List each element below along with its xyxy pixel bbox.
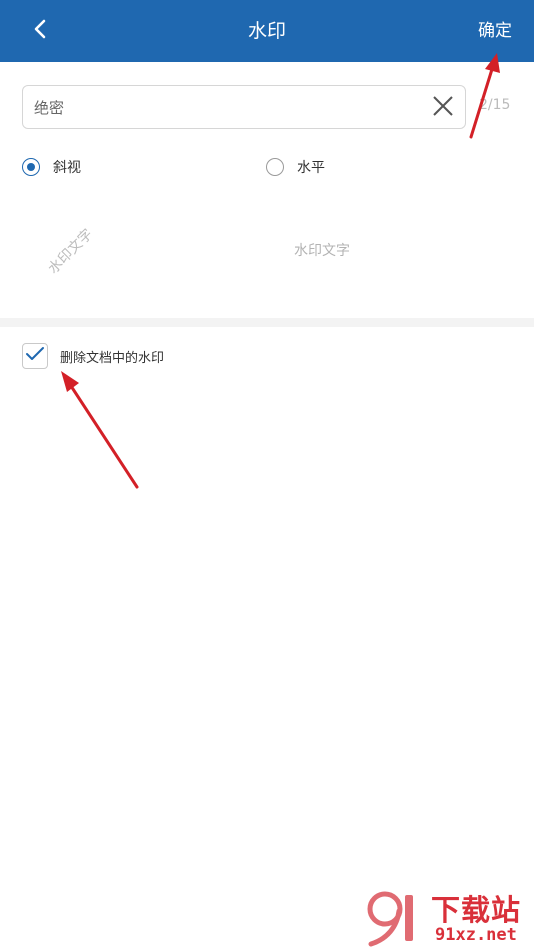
- remove-watermark-option[interactable]: 删除文档中的水印: [22, 342, 164, 370]
- watermark-text-input[interactable]: [34, 86, 424, 128]
- remove-watermark-checkbox[interactable]: [22, 343, 48, 369]
- style-option-horizontal[interactable]: 水平: [266, 156, 325, 178]
- style-option-label: 水平: [297, 160, 325, 176]
- section-divider: [0, 318, 534, 327]
- preview-horizontal-text: 水印文字: [294, 243, 350, 259]
- page-title: 水印: [247, 20, 286, 42]
- arrow-to-checkbox-icon: [61, 371, 139, 489]
- checkmark-icon: [25, 346, 45, 366]
- header-bar: 水印 确定: [0, 0, 534, 62]
- site-watermark-logo: 下载站 91xz.net: [363, 887, 531, 947]
- clear-input-button[interactable]: [429, 94, 457, 122]
- logo-mark-icon: [367, 891, 413, 947]
- style-option-tilted[interactable]: 斜视: [22, 156, 81, 178]
- watermark-text-field: [22, 85, 466, 129]
- confirm-button[interactable]: 确定: [478, 0, 512, 62]
- annotation-arrows: [61, 53, 500, 489]
- radio-button-unchecked[interactable]: [266, 158, 284, 176]
- char-count: 2/15: [479, 97, 511, 113]
- watermark-preview: 水印文字 水印文字: [0, 195, 534, 313]
- remove-watermark-label: 删除文档中的水印: [60, 350, 165, 366]
- close-icon: [432, 95, 454, 121]
- logo-url: 91xz.net: [435, 925, 517, 945]
- style-option-label: 斜视: [53, 160, 81, 176]
- arrow-to-confirm-icon: [469, 53, 500, 139]
- logo-title: 下载站: [431, 893, 522, 927]
- preview-tilted-text: 水印文字: [45, 226, 97, 278]
- radio-button-checked[interactable]: [22, 158, 40, 176]
